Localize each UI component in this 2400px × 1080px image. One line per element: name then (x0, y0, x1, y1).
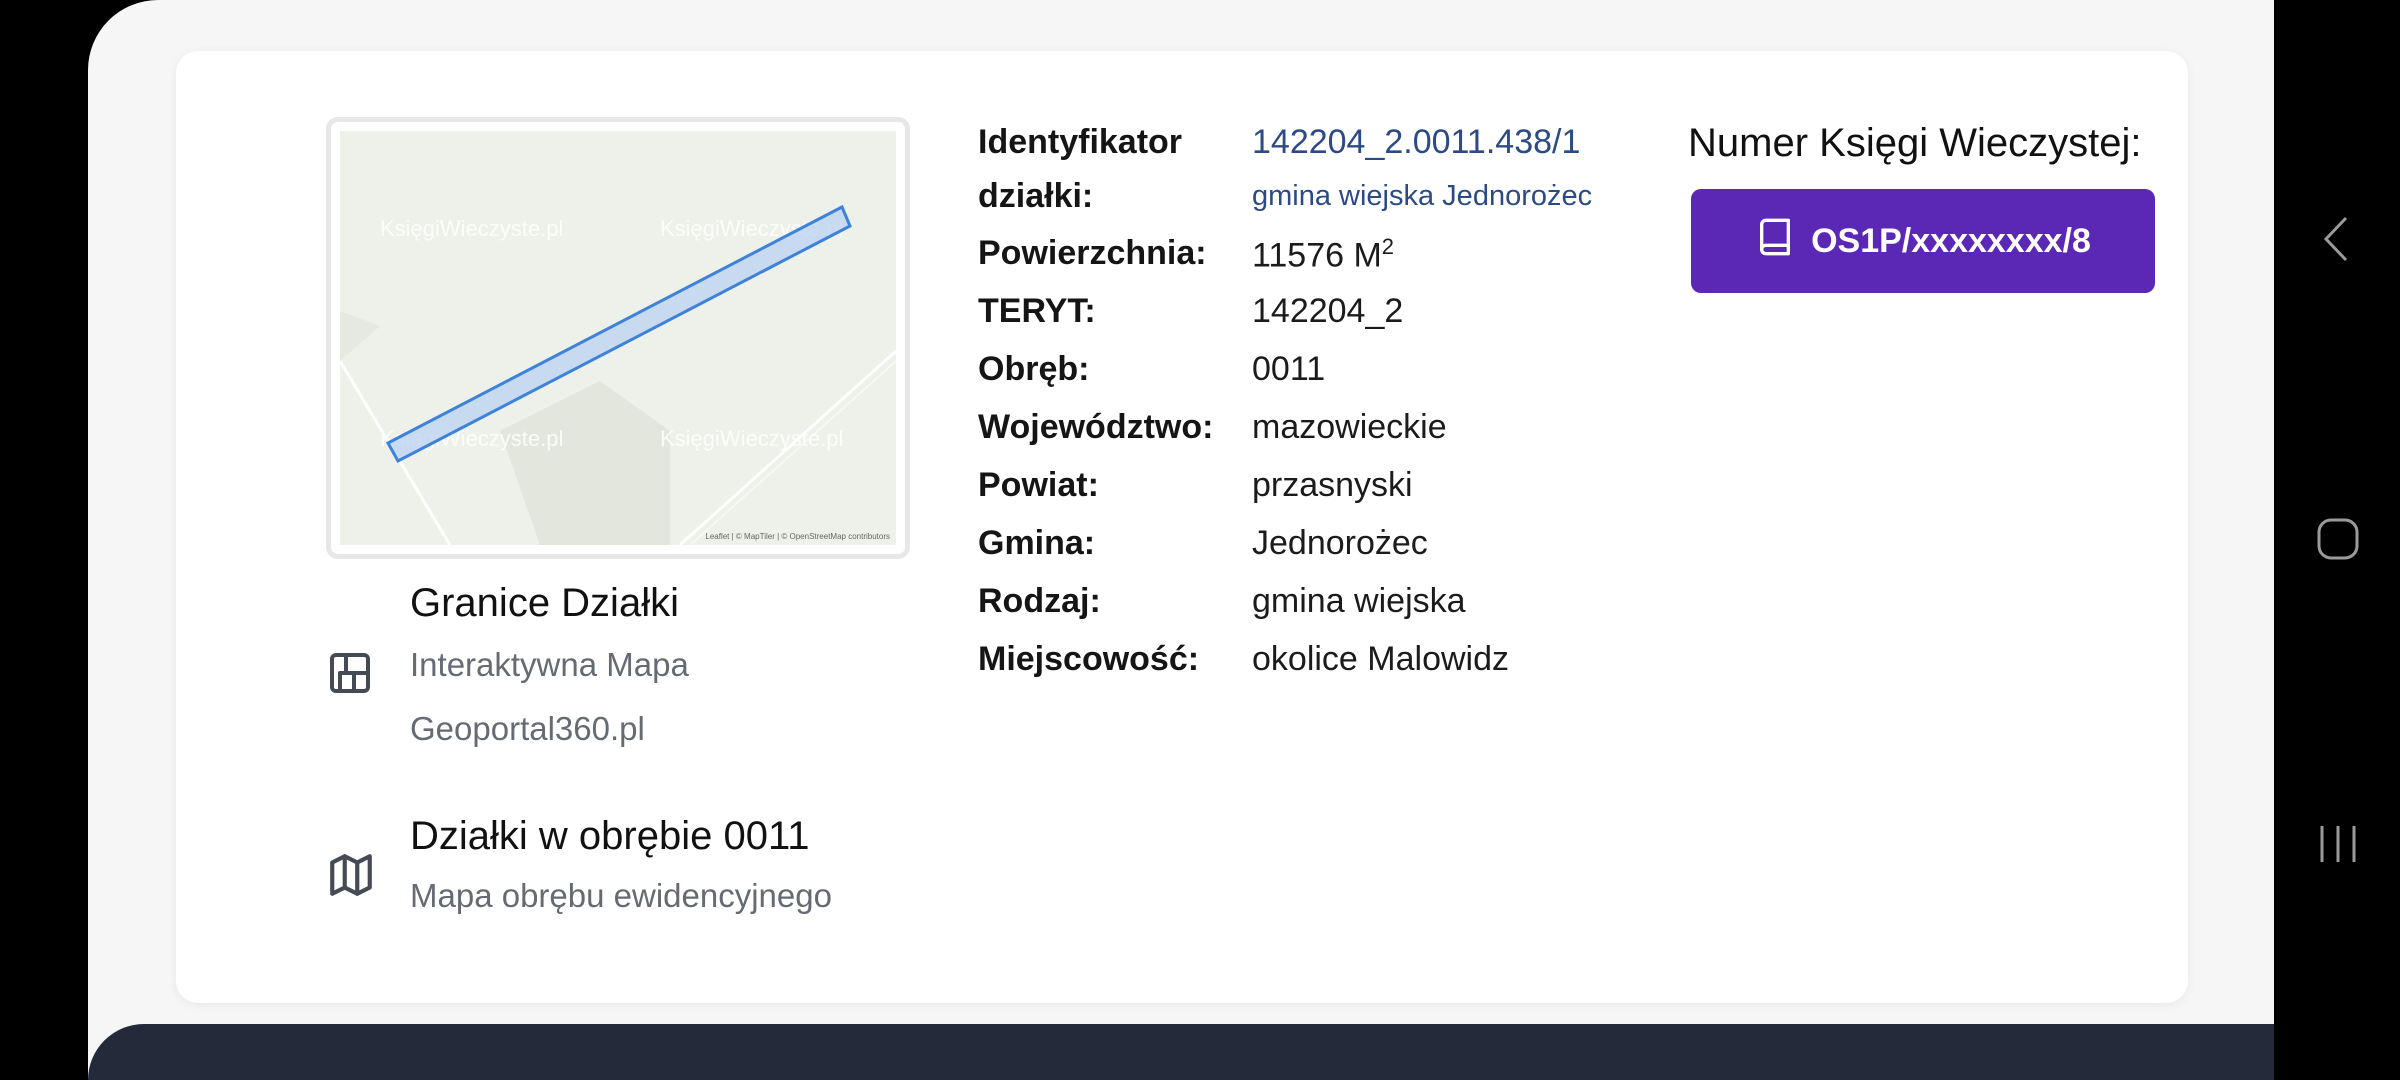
home-icon[interactable] (2316, 517, 2360, 566)
land-register-number: OS1P/xxxxxxxx/8 (1811, 221, 2091, 260)
screen: KsięgiWieczyste.pl KsięgiWieczyste.pl Ks… (0, 0, 2400, 1080)
book-icon (1755, 215, 1795, 268)
label-county: Powiat: (978, 466, 1099, 504)
layout-icon (326, 649, 374, 702)
commune-link[interactable]: gmina wiejska Jednorożec (1252, 180, 1592, 213)
label-locality: Miejscowość: (978, 640, 1200, 678)
county-value: przasnyski (1252, 466, 1413, 504)
plot-identifier-link[interactable]: 142204_2.0011.438/1 (1252, 123, 1580, 162)
recents-icon[interactable] (2316, 822, 2360, 871)
teryt-value: 142204_2 (1252, 292, 1404, 330)
land-register-button[interactable]: OS1P/xxxxxxxx/8 (1691, 189, 2155, 293)
precinct-value: 0011 (1252, 350, 1326, 388)
map-attribution: Leaflet | © MapTiler | © OpenStreetMap c… (705, 532, 890, 541)
locality-value: okolice Malowidz (1252, 640, 1509, 678)
footer-bar (88, 1024, 2274, 1080)
type-value: gmina wiejska (1252, 582, 1466, 620)
label-identifier-cont: działki: (978, 177, 1094, 215)
label-precinct: Obręb: (978, 350, 1090, 388)
land-register-title: Numer Księgi Wieczystej: (1688, 121, 2142, 165)
plot-card: KsięgiWieczyste.pl KsięgiWieczyste.pl Ks… (176, 51, 2188, 1003)
back-icon[interactable] (2318, 214, 2354, 269)
label-type: Rodzaj: (978, 582, 1101, 620)
label-identifier: Identyfikator (978, 123, 1183, 161)
map-image: KsięgiWieczyste.pl KsięgiWieczyste.pl Ks… (340, 131, 896, 545)
map-icon (326, 850, 376, 905)
label-teryt: TERYT: (978, 292, 1096, 330)
link-title: Działki w obrębie 0011 (410, 814, 810, 858)
area-value: 11576 M2 (1252, 234, 1395, 275)
label-commune: Gmina: (978, 524, 1096, 562)
voivodeship-value: mazowieckie (1252, 408, 1447, 446)
map-watermark: KsięgiWieczyste.pl (380, 216, 563, 241)
link-title: Granice Działki (410, 581, 679, 625)
link-subtitle: Interaktywna Mapa (410, 646, 689, 683)
commune-value: Jednorożec (1252, 524, 1428, 562)
plot-map-thumbnail[interactable]: KsięgiWieczyste.pl KsięgiWieczyste.pl Ks… (326, 117, 910, 559)
link-subtitle: Geoportal360.pl (410, 710, 645, 747)
link-subtitle: Mapa obrębu ewidencyjnego (410, 877, 832, 914)
label-area: Powierzchnia: (978, 234, 1207, 272)
label-voivodeship: Województwo: (978, 408, 1214, 446)
app-window: KsięgiWieczyste.pl KsięgiWieczyste.pl Ks… (88, 0, 2274, 1080)
map-watermark: KsięgiWieczyste.pl (660, 426, 843, 451)
